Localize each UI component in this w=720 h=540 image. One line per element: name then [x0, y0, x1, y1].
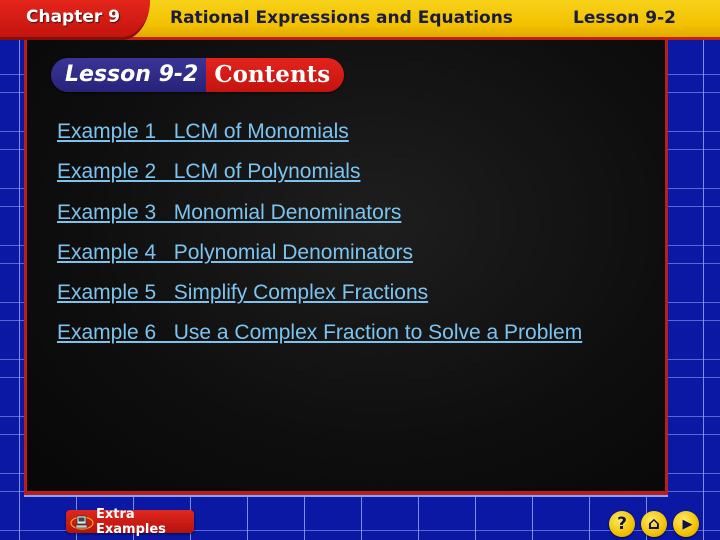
chapter-title: Rational Expressions and Equations	[170, 8, 513, 28]
examples-list: Example 1 LCM of Monomials Example 2 LCM…	[57, 112, 582, 354]
lesson-label: Lesson 9-2	[572, 8, 676, 28]
chapter-tab: Chapter 9	[0, 0, 150, 40]
header-bar: Chapter 9 Rational Expressions and Equat…	[0, 0, 720, 40]
example-link-4[interactable]: Example 4 Polynomial Denominators	[57, 233, 582, 273]
help-icon: ?	[617, 514, 627, 534]
next-icon: ▶	[682, 516, 693, 532]
extra-examples-button[interactable]: Extra Examples	[66, 507, 194, 537]
example-link-6[interactable]: Example 6 Use a Complex Fraction to Solv…	[57, 313, 582, 353]
contents-banner-label: Contents	[206, 58, 345, 92]
home-button[interactable]: ⌂	[641, 511, 667, 537]
example-link-2[interactable]: Example 2 LCM of Polynomials	[57, 152, 582, 192]
help-button[interactable]: ?	[609, 511, 635, 537]
home-icon: ⌂	[647, 514, 661, 534]
chapter-label: Chapter 9	[26, 7, 121, 27]
next-button[interactable]: ▶	[673, 511, 699, 537]
extra-examples-label: Extra Examples	[96, 506, 166, 537]
contents-banner: Lesson 9-2 Contents	[51, 58, 345, 92]
computer-icon	[70, 513, 94, 531]
contents-banner-lesson: Lesson 9-2	[51, 58, 207, 92]
example-link-1[interactable]: Example 1 LCM of Monomials	[57, 112, 582, 152]
example-link-3[interactable]: Example 3 Monomial Denominators	[57, 193, 582, 233]
example-link-5[interactable]: Example 5 Simplify Complex Fractions	[57, 273, 582, 313]
